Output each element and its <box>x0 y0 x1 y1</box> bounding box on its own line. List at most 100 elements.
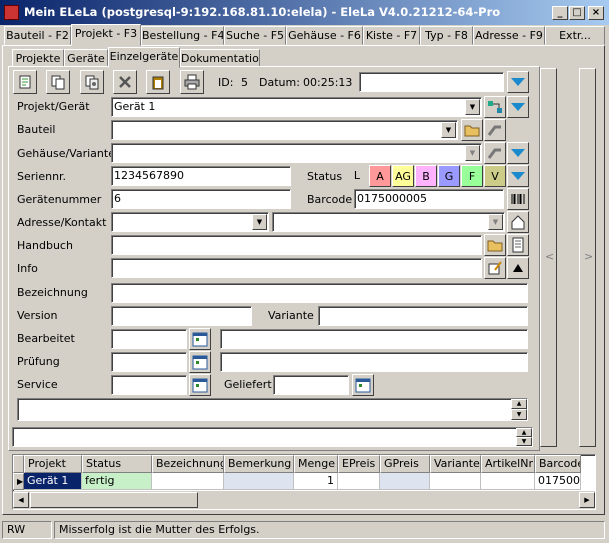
filter-button-projekt[interactable] <box>507 96 529 118</box>
notes-memo[interactable] <box>12 427 533 447</box>
sub-tab-3[interactable]: Dokumentation <box>180 49 260 67</box>
status-button-6[interactable]: V <box>484 165 506 187</box>
service-calendar-button[interactable] <box>189 374 211 396</box>
grid-cell-epreis[interactable] <box>338 473 380 490</box>
grid-cell-artikelnr[interactable] <box>481 473 535 490</box>
barcode-button[interactable] <box>507 188 529 210</box>
search-field[interactable] <box>359 72 504 92</box>
chevron-down-icon[interactable]: ▼ <box>441 122 456 138</box>
close-button[interactable]: × <box>588 6 604 20</box>
grid-header-7[interactable]: Variante <box>430 455 481 473</box>
pruefung-calendar-button[interactable] <box>189 351 211 373</box>
grid-cell-projekt[interactable]: Gerät 1 <box>24 473 82 490</box>
sub-tab-2[interactable]: Einzelgeräte <box>108 47 180 68</box>
barcode-field[interactable]: 0175000005 <box>354 189 504 209</box>
prev-nav-button[interactable]: < <box>540 68 557 447</box>
grid-cell-barcode[interactable]: 0175000005 <box>535 473 581 490</box>
filter-button-gehaeuse[interactable] <box>507 142 529 164</box>
projekt-dropdown[interactable]: Gerät 1 ▼ <box>111 97 482 117</box>
pruefung-date-field[interactable] <box>111 352 187 372</box>
next-nav-button[interactable]: > <box>579 68 596 447</box>
open-folder-button[interactable] <box>461 119 483 141</box>
filter-button-status[interactable] <box>507 165 529 187</box>
grid-cell-bezeichnung[interactable] <box>152 473 224 490</box>
pruefung-text-field[interactable] <box>220 352 528 372</box>
status-button-4[interactable]: G <box>438 165 460 187</box>
main-tab-7[interactable]: Adresse - F9 <box>473 26 545 45</box>
bearbeitet-date-field[interactable] <box>111 329 187 349</box>
notes-scroll-down[interactable]: ▼ <box>516 437 532 446</box>
sub-tab-1[interactable]: Geräte <box>64 49 108 67</box>
filter-button-top[interactable] <box>507 71 529 93</box>
notes-scroll-up[interactable]: ▲ <box>516 428 532 437</box>
bezeichnung-field[interactable] <box>111 283 528 303</box>
grid-header-1[interactable]: Status <box>82 455 152 473</box>
scroll-right-button[interactable]: ▶ <box>579 492 595 508</box>
kontakt-dropdown[interactable]: ▼ <box>272 212 505 232</box>
scroll-left-button[interactable]: ◀ <box>13 492 29 508</box>
minimize-button[interactable]: _ <box>552 6 568 20</box>
tree-button[interactable] <box>484 96 506 118</box>
chevron-down-icon[interactable]: ▼ <box>488 214 503 230</box>
main-tab-5[interactable]: Kiste - F7 <box>363 26 420 45</box>
bauteil-dropdown[interactable]: ▼ <box>111 120 458 140</box>
status-button-1[interactable]: A <box>369 165 391 187</box>
main-tab-1[interactable]: Projekt - F3 <box>71 24 141 46</box>
main-tab-0[interactable]: Bauteil - F2 <box>4 26 71 45</box>
scroll-thumb[interactable] <box>30 492 198 508</box>
variante-field[interactable] <box>318 306 528 326</box>
grid-cell-variante[interactable] <box>430 473 481 490</box>
main-tab-8[interactable]: Extr... <box>545 26 605 45</box>
main-tab-6[interactable]: Typ - F8 <box>420 26 473 45</box>
bearbeitet-calendar-button[interactable] <box>189 328 211 350</box>
grid-header-2[interactable]: Bezeichnung <box>152 455 224 473</box>
info-up-button[interactable] <box>507 257 529 279</box>
adresse-dropdown[interactable]: ▼ <box>111 212 269 232</box>
main-tab-3[interactable]: Suche - F5 <box>224 26 286 45</box>
grid-header-6[interactable]: GPreis <box>380 455 430 473</box>
seriennr-field[interactable]: 1234567890 <box>111 166 291 186</box>
grid-header-9[interactable]: Barcode <box>535 455 581 473</box>
status-button-2[interactable]: AG <box>392 165 414 187</box>
memo-scroll-up[interactable]: ▲ <box>511 399 527 409</box>
new-button[interactable] <box>13 70 37 94</box>
goto-bauteil-button[interactable] <box>484 119 506 141</box>
maximize-button[interactable]: □ <box>569 6 585 20</box>
gehaeuse-dropdown[interactable]: ▼ <box>111 143 482 163</box>
geliefert-calendar-button[interactable] <box>352 374 374 396</box>
grid-cell-gpreis[interactable] <box>380 473 430 490</box>
adresse-goto-button[interactable] <box>507 211 529 233</box>
bearbeitet-text-field[interactable] <box>220 329 528 349</box>
grid-header-4[interactable]: Menge <box>294 455 338 473</box>
service-date-field[interactable] <box>111 375 187 395</box>
version-field[interactable] <box>111 306 252 326</box>
geliefert-date-field[interactable] <box>273 375 349 395</box>
goto-gehaeuse-button[interactable] <box>484 142 506 164</box>
chevron-down-icon[interactable]: ▼ <box>252 214 267 230</box>
grid-cell-status[interactable]: fertig <box>82 473 152 490</box>
geraetenummer-field[interactable]: 6 <box>111 189 291 209</box>
info-edit-button[interactable] <box>484 257 506 279</box>
handbuch-open-button[interactable] <box>484 234 506 256</box>
grid-header-5[interactable]: EPreis <box>338 455 380 473</box>
copy-button[interactable] <box>46 70 70 94</box>
status-button-3[interactable]: B <box>415 165 437 187</box>
chevron-down-icon[interactable]: ▼ <box>465 99 480 115</box>
paste-button[interactable] <box>146 70 170 94</box>
memo-scroll-down[interactable]: ▼ <box>511 409 527 420</box>
delete-button[interactable] <box>113 70 137 94</box>
print-button[interactable] <box>180 70 204 94</box>
grid-header-0[interactable]: Projekt <box>24 455 82 473</box>
handbuch-view-button[interactable] <box>507 234 529 256</box>
bemerkung-memo[interactable] <box>17 398 528 421</box>
handbuch-field[interactable] <box>111 235 482 255</box>
grid-cell-menge[interactable]: 1 <box>294 473 338 490</box>
copy-special-button[interactable] <box>80 70 104 94</box>
grid-header-3[interactable]: Bemerkung <box>224 455 294 473</box>
status-button-0[interactable]: L <box>346 165 368 187</box>
grid-header-8[interactable]: ArtikelNr <box>481 455 535 473</box>
grid-cell-bemerkung[interactable] <box>224 473 294 490</box>
info-field[interactable] <box>111 258 482 278</box>
main-tab-2[interactable]: Bestellung - F4 <box>141 26 224 45</box>
chevron-down-icon[interactable]: ▼ <box>465 145 480 161</box>
